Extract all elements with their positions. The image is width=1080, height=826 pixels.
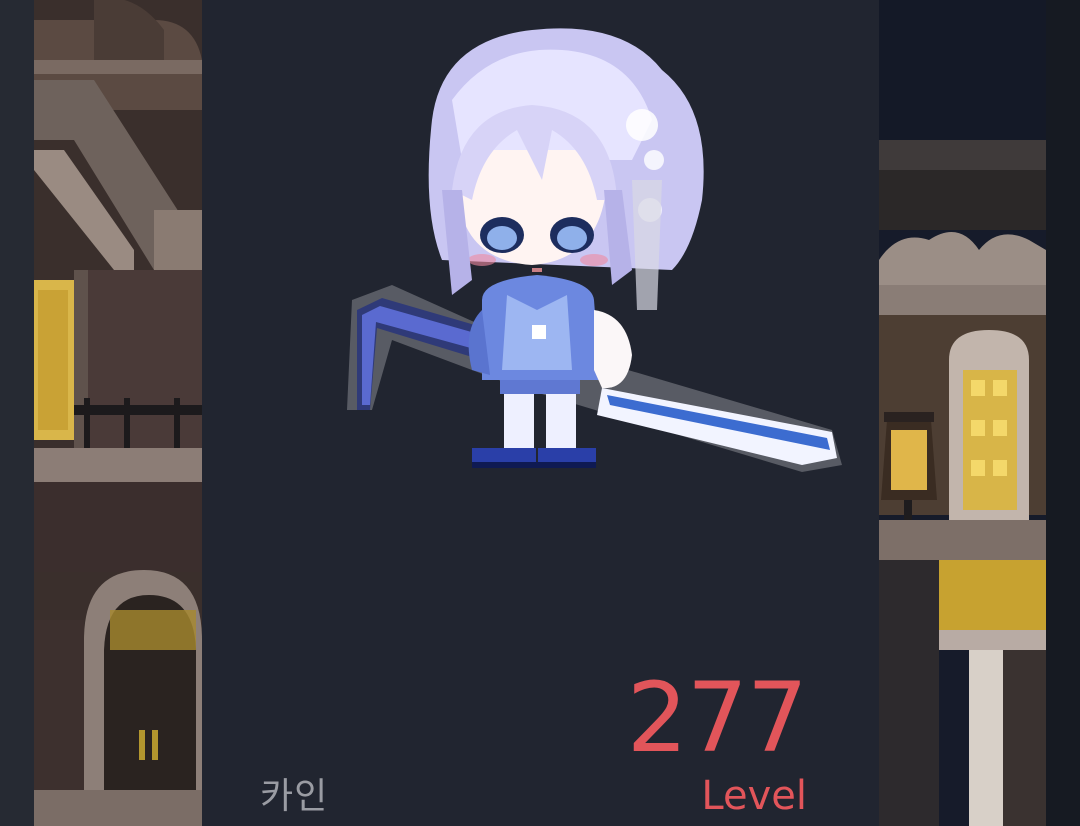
left-edge-margin — [0, 0, 34, 826]
town-building-right-image — [879, 0, 1046, 826]
level-label: Level — [701, 773, 807, 819]
right-edge-margin — [1046, 0, 1080, 826]
character-avatar-sprite — [347, 28, 842, 472]
job-name-label: 카인 — [260, 776, 329, 817]
character-card[interactable]: 카인 277 Level — [202, 0, 879, 826]
left-background-scene — [34, 0, 202, 826]
level-number: 277 — [626, 662, 808, 774]
town-building-left-image — [34, 0, 202, 826]
right-background-scene — [879, 0, 1046, 826]
